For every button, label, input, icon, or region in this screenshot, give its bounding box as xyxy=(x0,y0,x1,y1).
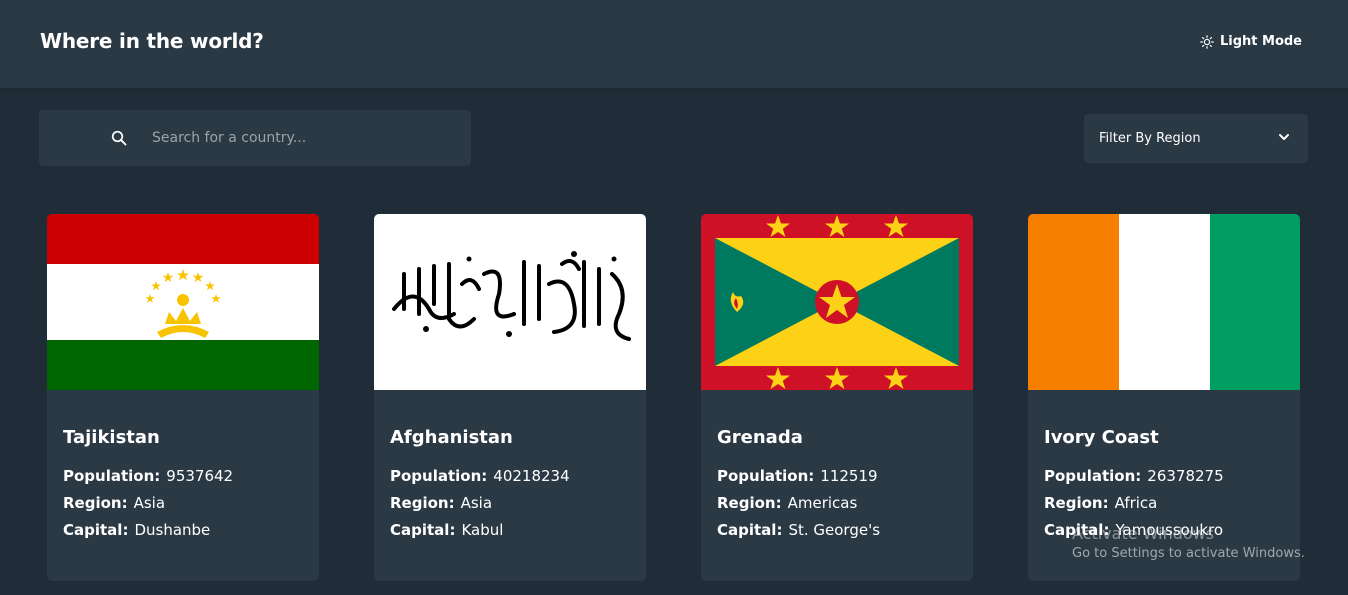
windows-activation-subtitle: Go to Settings to activate Windows. xyxy=(1072,546,1305,561)
region-value: Africa xyxy=(1114,494,1158,512)
capital-row: Capital: Dushanbe xyxy=(63,521,210,539)
app-header: Where in the world? Light Mode xyxy=(0,0,1348,88)
capital-label: Capital: xyxy=(390,521,456,539)
population-row: Population: 112519 xyxy=(717,467,878,485)
region-row: Region: Asia xyxy=(63,494,165,512)
region-label: Region: xyxy=(63,494,128,512)
country-card[interactable]: Grenada Population: 112519 Region: America… xyxy=(701,214,973,581)
population-value: 26378275 xyxy=(1147,467,1224,485)
theme-toggle-button[interactable]: Light Mode xyxy=(1200,34,1302,49)
population-value: 112519 xyxy=(820,467,878,485)
search-box xyxy=(39,110,471,166)
region-row: Region: Asia xyxy=(390,494,492,512)
population-row: Population: 26378275 xyxy=(1044,467,1224,485)
search-icon xyxy=(111,130,127,150)
tajikistan-flag-image xyxy=(47,214,319,390)
region-label: Region: xyxy=(717,494,782,512)
population-label: Population: xyxy=(717,467,815,485)
region-value: Americas xyxy=(787,494,858,512)
country-card[interactable]: Afghanistan Population: 40218234 Region: A… xyxy=(374,214,646,581)
population-value: 9537642 xyxy=(166,467,234,485)
capital-label: Capital: xyxy=(717,521,783,539)
population-label: Population: xyxy=(63,467,161,485)
capital-row: Capital: St. George's xyxy=(717,521,880,539)
region-label: Region: xyxy=(390,494,455,512)
capital-label: Capital: xyxy=(63,521,129,539)
country-name: Ivory Coast xyxy=(1044,427,1159,448)
region-value: Asia xyxy=(460,494,493,512)
country-name: Grenada xyxy=(717,427,803,448)
country-name: Afghanistan xyxy=(390,427,513,448)
population-row: Population: 40218234 xyxy=(390,467,570,485)
region-filter-dropdown[interactable]: Filter By Region xyxy=(1084,114,1308,163)
country-name: Tajikistan xyxy=(63,427,160,448)
population-row: Population: 9537642 xyxy=(63,467,233,485)
region-row: Region: Americas xyxy=(717,494,857,512)
capital-value: St. George's xyxy=(788,521,881,539)
region-label: Region: xyxy=(1044,494,1109,512)
search-input[interactable] xyxy=(152,110,452,166)
capital-value: Dushanbe xyxy=(134,521,211,539)
region-value: Asia xyxy=(133,494,166,512)
country-card[interactable]: Tajikistan Population: 9537642 Region: Asi… xyxy=(47,214,319,581)
population-label: Population: xyxy=(1044,467,1142,485)
population-label: Population: xyxy=(390,467,488,485)
ivory-coast-flag-image xyxy=(1028,214,1300,390)
app-title: Where in the world? xyxy=(40,29,264,53)
population-value: 40218234 xyxy=(493,467,570,485)
grenada-flag-image xyxy=(701,214,973,390)
region-row: Region: Africa xyxy=(1044,494,1157,512)
windows-activation-title: Activate Windows xyxy=(1072,524,1215,543)
afghanistan-flag-image xyxy=(374,214,646,390)
capital-value: Kabul xyxy=(461,521,504,539)
capital-row: Capital: Kabul xyxy=(390,521,503,539)
filter-label: Filter By Region xyxy=(1099,131,1201,146)
theme-toggle-label: Light Mode xyxy=(1219,34,1302,49)
chevron-down-icon xyxy=(1278,131,1290,147)
sun-icon xyxy=(1200,34,1214,49)
